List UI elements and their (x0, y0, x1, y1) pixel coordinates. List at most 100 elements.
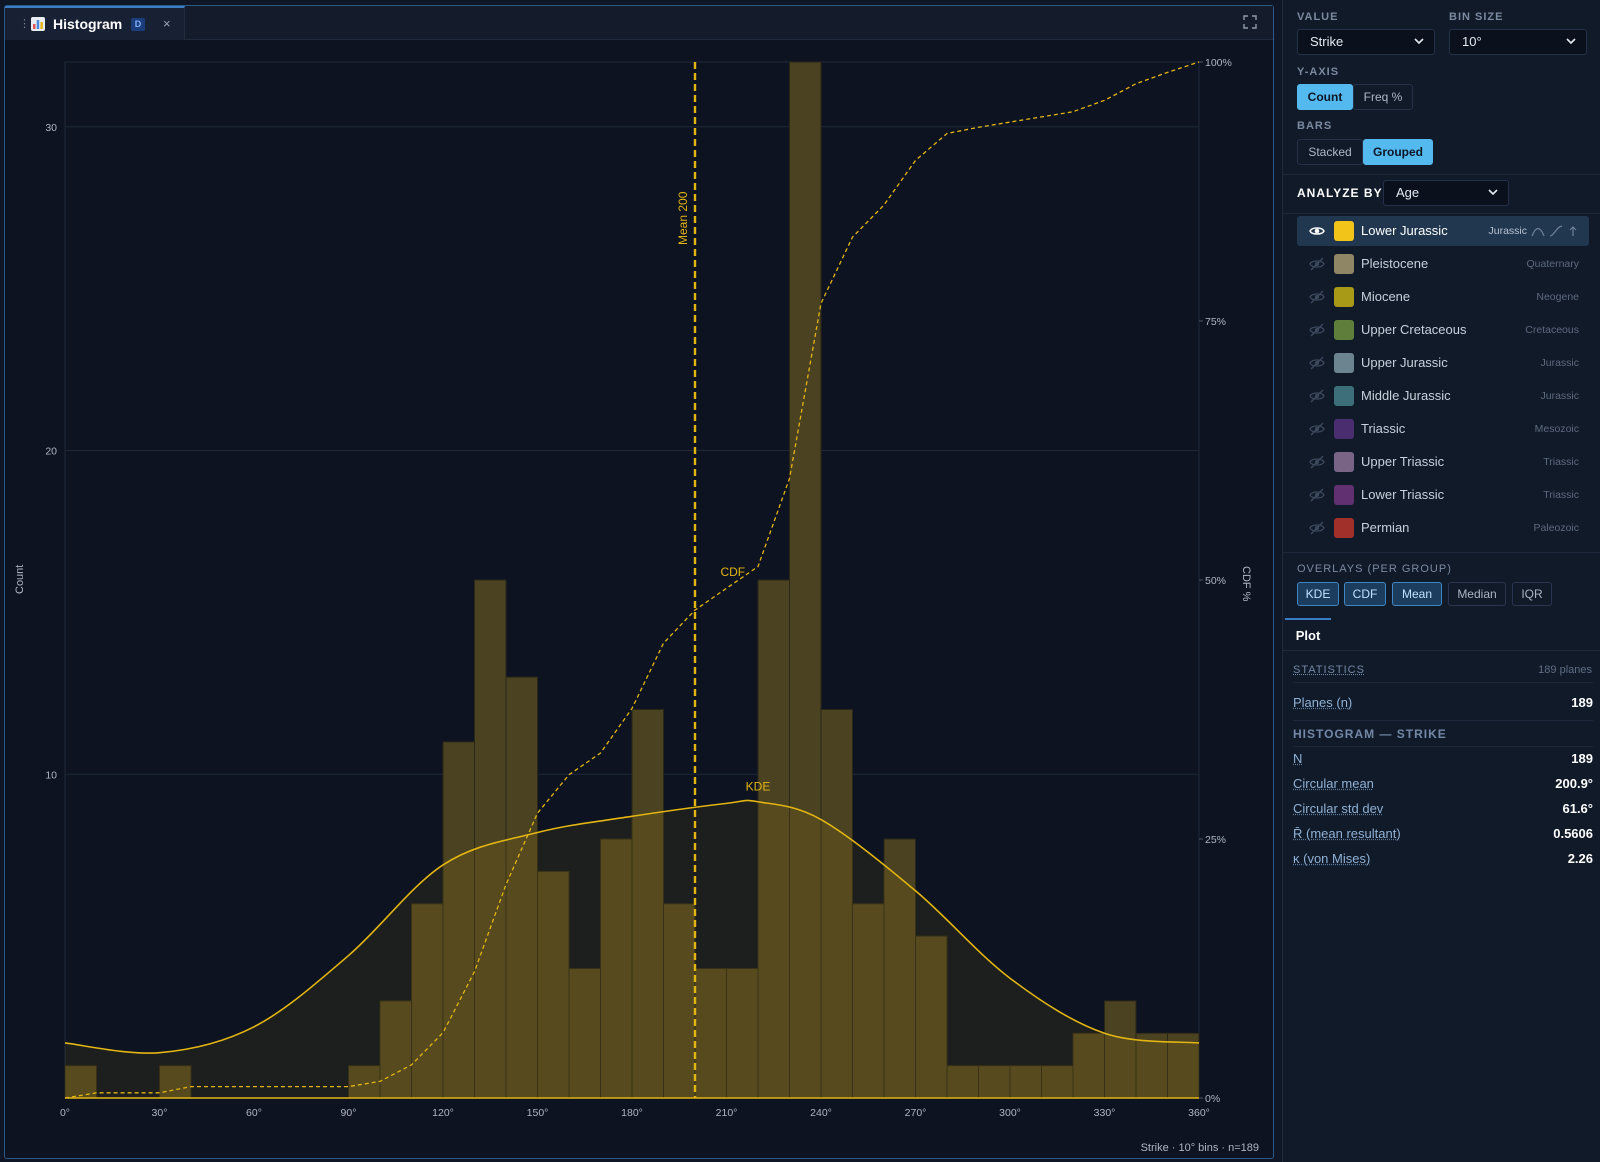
bin-size-select-text: 10° (1462, 34, 1482, 49)
y-axis-count-toggle[interactable]: Count (1297, 84, 1353, 110)
group-row-lower-triassic[interactable]: Lower Triassic Triassic (1297, 480, 1589, 510)
y-tick-label: 30 (45, 122, 57, 134)
eye-off-icon[interactable] (1309, 290, 1325, 304)
group-name: Lower Jurassic (1361, 223, 1448, 238)
y-tick-label: 10 (45, 769, 57, 781)
eye-off-icon[interactable] (1309, 521, 1325, 535)
x-tick-label: 180° (621, 1107, 643, 1119)
close-icon[interactable]: × (163, 16, 171, 31)
stat-row: N 189 (1293, 751, 1593, 771)
group-color-swatch[interactable] (1334, 353, 1354, 373)
stat-row: κ (von Mises) 2.26 (1293, 851, 1593, 871)
y2-tick-label: 75% (1205, 316, 1226, 328)
maximize-icon[interactable] (1243, 15, 1257, 29)
group-color-swatch[interactable] (1334, 287, 1354, 307)
group-row-upper-triassic[interactable]: Upper Triassic Triassic (1297, 447, 1589, 477)
histogram-stats-header: HISTOGRAM — STRIKE (1293, 727, 1447, 741)
stat-label: Circular std dev (1293, 801, 1384, 816)
bars-grouped-toggle[interactable]: Grouped (1363, 139, 1433, 165)
stat-row-planes: Planes (n) 189 (1293, 695, 1593, 715)
x-tick-label: 90° (341, 1107, 357, 1119)
group-name: Permian (1361, 520, 1410, 535)
overlay-iqr-toggle[interactable]: IQR (1512, 582, 1552, 606)
kde-fill (65, 800, 1199, 1098)
stat-value: 0.5606 (1553, 826, 1593, 841)
kde-label: KDE (746, 779, 771, 793)
stat-value: 200.9° (1555, 776, 1593, 791)
group-color-swatch[interactable] (1334, 419, 1354, 439)
overlay-cdf-toggle[interactable]: CDF (1344, 582, 1386, 606)
group-period: Triassic (1543, 489, 1579, 501)
group-period: Mesozoic (1534, 423, 1579, 435)
bin-size-label: BIN SIZE (1449, 11, 1504, 23)
overlay-median-toggle[interactable]: Median (1448, 582, 1506, 606)
group-row-middle-jurassic[interactable]: Middle Jurassic Jurassic (1297, 381, 1589, 411)
y-axis-label: Count (14, 565, 26, 594)
tab-title: Histogram (53, 16, 123, 32)
x-tick-label: 0° (60, 1107, 70, 1119)
panel-tab-bar: ⋮ Histogram D × (5, 6, 1273, 40)
group-period: Jurassic (1488, 225, 1527, 237)
eye-off-icon[interactable] (1309, 422, 1325, 436)
x-tick-label: 240° (810, 1107, 832, 1119)
drag-handle-icon[interactable]: ⋮ (19, 17, 30, 30)
value-select[interactable]: Strike (1297, 29, 1435, 55)
group-name: Upper Jurassic (1361, 355, 1448, 370)
stat-row: Circular mean 200.9° (1293, 776, 1593, 796)
x-tick-label: 60° (246, 1107, 262, 1119)
group-row-lower-jurassic[interactable]: Lower Jurassic Jurassic (1297, 216, 1589, 246)
divider (1293, 682, 1593, 683)
bars-stacked-toggle[interactable]: Stacked (1297, 139, 1363, 165)
statistics-count: 189 planes (1538, 664, 1592, 676)
group-row-upper-cretaceous[interactable]: Upper Cretaceous Cretaceous (1297, 315, 1589, 345)
group-row-triassic[interactable]: Triassic Mesozoic (1297, 414, 1589, 444)
x-tick-label: 300° (999, 1107, 1021, 1119)
group-color-swatch[interactable] (1334, 452, 1354, 472)
value-select-text: Strike (1310, 34, 1344, 49)
divider (1293, 720, 1593, 721)
group-color-swatch[interactable] (1334, 320, 1354, 340)
y2-tick-label: 25% (1205, 834, 1226, 846)
tab-histogram[interactable]: ⋮ Histogram D × (5, 6, 185, 40)
analysis-sidebar: VALUE Strike BIN SIZE 10° Y-AXIS Count F… (1282, 0, 1600, 1162)
eye-off-icon[interactable] (1309, 389, 1325, 403)
group-color-swatch[interactable] (1334, 386, 1354, 406)
chart-caption: Strike · 10° bins · n=189 (1140, 1142, 1259, 1154)
x-tick-label: 360° (1188, 1107, 1210, 1119)
group-color-swatch[interactable] (1334, 254, 1354, 274)
eye-off-icon[interactable] (1309, 323, 1325, 337)
group-period: Triassic (1543, 456, 1579, 468)
x-tick-label: 210° (716, 1107, 738, 1119)
group-overlay-tools-icon[interactable] (1531, 225, 1581, 237)
eye-off-icon[interactable] (1309, 257, 1325, 271)
eye-off-icon[interactable] (1309, 356, 1325, 370)
sidebar-tab-bar: Plot (1283, 618, 1600, 651)
tab-plot[interactable]: Plot (1285, 618, 1331, 651)
group-color-swatch[interactable] (1334, 518, 1354, 538)
group-name: Miocene (1361, 289, 1411, 304)
chevron-down-icon (1488, 189, 1498, 196)
y-axis-freq-toggle[interactable]: Freq % (1353, 84, 1413, 110)
analyze-by-select[interactable]: Age (1383, 180, 1509, 206)
group-period: Quaternary (1526, 258, 1579, 270)
group-row-pleistocene[interactable]: Pleistocene Quaternary (1297, 249, 1589, 279)
overlay-kde-toggle[interactable]: KDE (1297, 582, 1339, 606)
bin-size-select[interactable]: 10° (1449, 29, 1587, 55)
group-name: Upper Cretaceous (1361, 322, 1467, 337)
group-color-swatch[interactable] (1334, 221, 1354, 241)
eye-off-icon[interactable] (1309, 488, 1325, 502)
overlay-mean-toggle[interactable]: Mean (1392, 582, 1442, 606)
eye-off-icon[interactable] (1309, 455, 1325, 469)
eye-icon[interactable] (1309, 224, 1325, 238)
group-row-upper-jurassic[interactable]: Upper Jurassic Jurassic (1297, 348, 1589, 378)
group-row-miocene[interactable]: Miocene Neogene (1297, 282, 1589, 312)
stat-label: Planes (n) (1293, 695, 1353, 710)
bars-label: BARS (1297, 120, 1333, 132)
stat-value: 61.6° (1562, 801, 1593, 816)
divider (1283, 213, 1600, 214)
x-tick-label: 120° (432, 1107, 454, 1119)
x-tick-label: 150° (527, 1107, 549, 1119)
group-color-swatch[interactable] (1334, 485, 1354, 505)
value-label: VALUE (1297, 11, 1339, 23)
group-row-permian[interactable]: Permian Paleozoic (1297, 513, 1589, 543)
